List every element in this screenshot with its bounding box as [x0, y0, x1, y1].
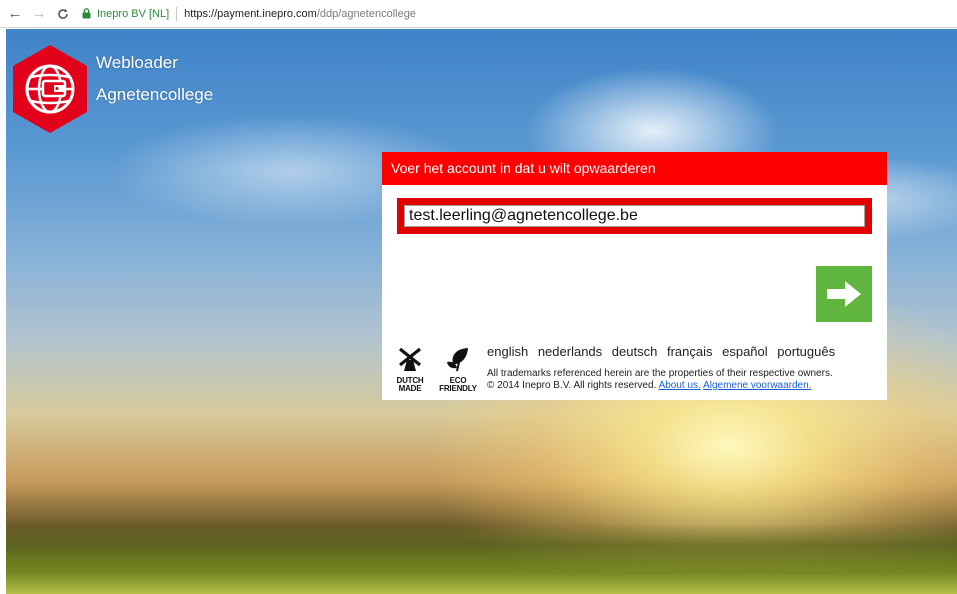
arrow-right-icon: → — [31, 4, 47, 22]
site-identity: Inepro BV [NL] — [97, 7, 170, 20]
arrow-left-icon: ← — [7, 4, 23, 22]
reload-icon — [58, 8, 68, 19]
browser-toolbar: ← → Inepro BV [NL] https://payment.inepr… — [0, 0, 957, 28]
account-form-card: Voer het account in dat u wilt opwaarder… — [382, 152, 887, 400]
dutch-line2: MADE — [398, 384, 422, 393]
forward-button[interactable]: → — [30, 4, 48, 24]
dutch-made-badge: DUTCH MADE — [392, 346, 428, 394]
app-title: Webloader — [96, 53, 178, 72]
eco-friendly-badge: ECO FRIENDLY — [436, 346, 480, 394]
globe-wallet-icon — [13, 45, 87, 133]
terms-link[interactable]: Algemene voorwaarden. — [703, 380, 811, 391]
lock-icon — [82, 8, 91, 19]
about-us-link[interactable]: About us. — [659, 380, 701, 391]
landscape-ground — [6, 524, 957, 594]
lang-deutsch[interactable]: deutsch — [612, 344, 658, 359]
arrow-right-icon — [827, 281, 861, 307]
lang-espanol[interactable]: español — [722, 344, 768, 359]
leaf-icon — [447, 348, 468, 372]
form-footer: DUTCH MADE ECO FRIENDLY english nederlan… — [392, 344, 882, 396]
copyright-notice: © 2014 Inepro B.V. All rights reserved. — [487, 380, 657, 391]
windmill-icon — [399, 347, 421, 371]
account-input-highlight — [397, 198, 872, 234]
lang-english[interactable]: english — [487, 344, 528, 359]
account-input[interactable] — [404, 205, 865, 227]
address-bar[interactable]: Inepro BV [NL] https://payment.inepro.co… — [82, 4, 416, 24]
address-separator — [176, 6, 178, 21]
school-name: Agnetencollege — [96, 85, 214, 104]
back-button[interactable]: ← — [6, 4, 24, 24]
trademark-notice: All trademarks referenced herein are the… — [487, 368, 833, 379]
legal-text: All trademarks referenced herein are the… — [487, 368, 833, 392]
submit-button[interactable] — [816, 266, 872, 322]
language-selector: english nederlands deutsch français espa… — [487, 344, 841, 359]
url-host: https://payment.inepro.com — [184, 7, 317, 20]
lang-francais[interactable]: français — [667, 344, 713, 359]
brand-header: Webloader Agnetencollege — [6, 43, 213, 135]
url-path: /ddp/agnetencollege — [316, 7, 416, 20]
eco-line2: FRIENDLY — [439, 384, 477, 393]
page-background: Webloader Agnetencollege Voer het accoun… — [6, 29, 957, 594]
lang-nederlands[interactable]: nederlands — [538, 344, 602, 359]
lang-portugues[interactable]: português — [777, 344, 835, 359]
form-header: Voer het account in dat u wilt opwaarder… — [382, 152, 887, 185]
reload-button[interactable] — [54, 4, 72, 24]
